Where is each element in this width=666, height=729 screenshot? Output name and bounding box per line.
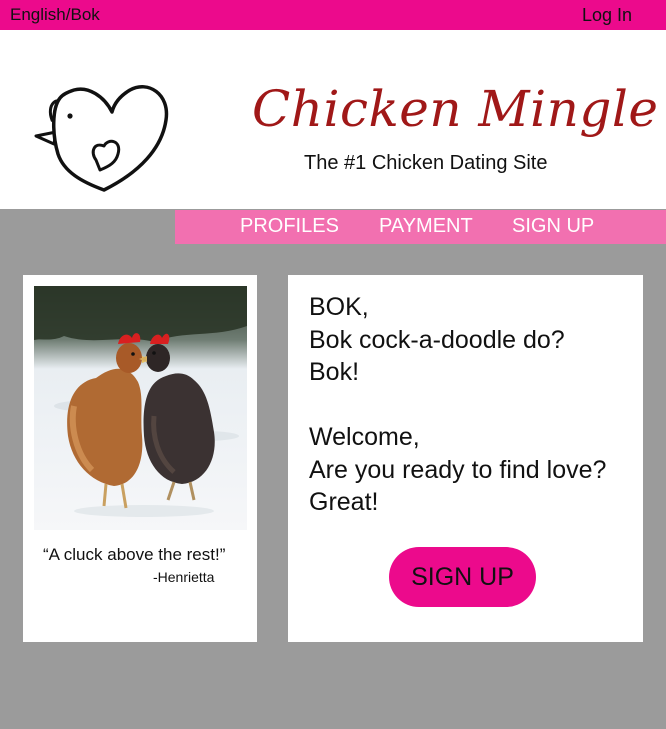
testimonial-author: -Henrietta bbox=[153, 569, 215, 585]
nav-item-profiles[interactable]: PROFILES bbox=[240, 215, 339, 238]
welcome-line: BOK, bbox=[309, 293, 369, 321]
welcome-message: BOK, Bok cock-a-doodle do? Bok! Welcome,… bbox=[309, 291, 606, 519]
chickens-photo bbox=[34, 286, 247, 530]
welcome-line: Great! bbox=[309, 488, 379, 516]
language-selector[interactable]: English/Bok bbox=[10, 5, 100, 25]
chicken-heart-logo-icon bbox=[34, 85, 169, 192]
main-nav: PROFILES PAYMENT SIGN UP bbox=[175, 210, 666, 244]
welcome-card: BOK, Bok cock-a-doodle do? Bok! Welcome,… bbox=[288, 275, 643, 642]
welcome-line: Welcome, bbox=[309, 423, 420, 451]
nav-item-sign-up[interactable]: SIGN UP bbox=[512, 215, 594, 238]
sign-up-button[interactable]: SIGN UP bbox=[389, 547, 536, 607]
header: Chicken Mingle The #1 Chicken Dating Sit… bbox=[0, 30, 666, 209]
testimonial-quote: “A cluck above the rest!” bbox=[43, 545, 226, 564]
login-link[interactable]: Log In bbox=[582, 5, 632, 26]
welcome-line: Are you ready to find love? bbox=[309, 455, 607, 484]
tagline: The #1 Chicken Dating Site bbox=[304, 152, 548, 174]
testimonial-card: “A cluck above the rest!” -Henrietta bbox=[23, 275, 257, 642]
welcome-line: Bok cock-a-doodle do? bbox=[309, 325, 565, 354]
top-bar: English/Bok Log In bbox=[0, 0, 666, 30]
welcome-line bbox=[309, 389, 606, 422]
nav-item-payment[interactable]: PAYMENT bbox=[379, 215, 473, 238]
welcome-line: Bok! bbox=[309, 358, 360, 386]
brand-title: Chicken Mingle bbox=[252, 80, 659, 138]
